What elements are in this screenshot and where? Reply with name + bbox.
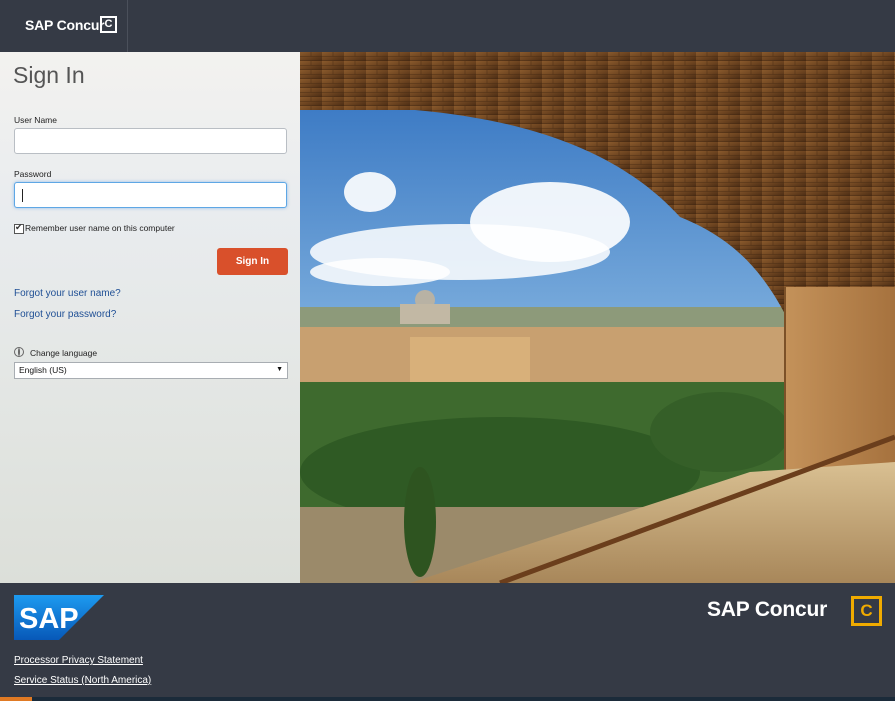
top-bar: SAP Concur C [0, 0, 895, 52]
dropdown-arrow-icon: ▼ [276, 366, 283, 373]
forgot-password-link[interactable]: Forgot your password? [14, 309, 116, 320]
username-input[interactable] [14, 128, 287, 154]
language-selected-value: English (US) [19, 365, 67, 375]
footer: SAP SAP Concur C Processor Privacy State… [0, 583, 895, 701]
concur-logo-icon: C [100, 16, 117, 33]
privacy-statement-link[interactable]: Processor Privacy Statement [14, 655, 143, 666]
password-label: Password [14, 169, 52, 179]
change-language-label: Change language [30, 348, 98, 358]
forgot-username-link[interactable]: Forgot your user name? [14, 288, 121, 299]
footer-brand-text: SAP Concur [707, 598, 828, 621]
page-title: Sign In [13, 62, 85, 88]
language-select[interactable]: English (US) ▼ [14, 362, 288, 379]
remember-label: Remember user name on this computer [25, 223, 175, 233]
password-input[interactable] [14, 182, 287, 208]
text-caret [22, 189, 23, 202]
background-photo [300, 52, 895, 583]
globe-icon [14, 347, 24, 357]
sign-in-button[interactable]: Sign In [217, 248, 288, 275]
concur-logo-icon: C [851, 596, 882, 626]
bottom-strip [0, 697, 895, 701]
bottom-accent [0, 697, 32, 701]
remember-checkbox[interactable] [14, 222, 24, 234]
sap-logo: SAP [14, 595, 104, 640]
login-panel: Sign In User Name Password Remember user… [0, 52, 300, 583]
sap-logo-text: SAP [19, 603, 79, 635]
main-area: Sign In User Name Password Remember user… [0, 52, 895, 583]
header-brand[interactable]: SAP Concur C [0, 0, 128, 52]
username-label: User Name [14, 115, 57, 125]
header-brand-text: SAP Concur [25, 17, 105, 33]
service-status-link[interactable]: Service Status (North America) [14, 675, 151, 686]
